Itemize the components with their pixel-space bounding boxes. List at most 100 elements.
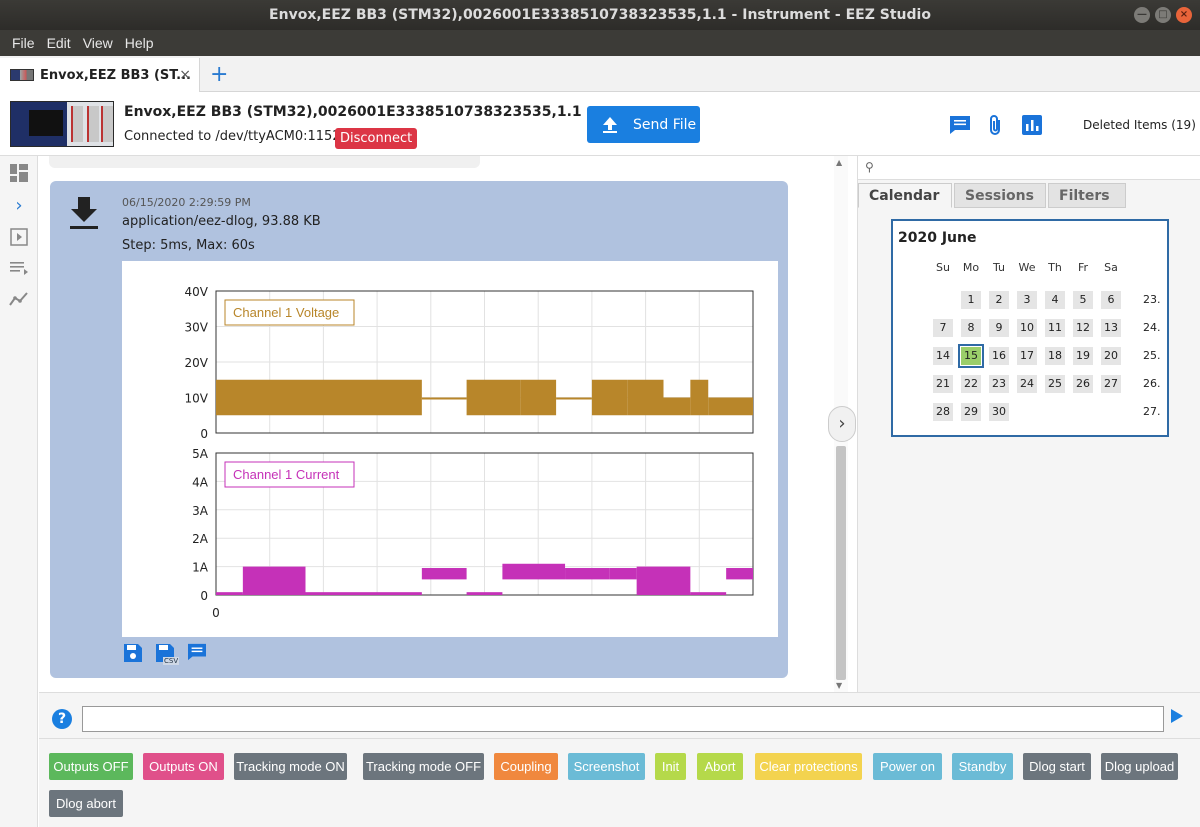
dashboard-icon[interactable] <box>9 164 29 184</box>
weekday-header: Mo <box>962 261 980 274</box>
minimize-icon[interactable]: — <box>1134 7 1150 23</box>
shortcut-button[interactable]: Screenshot <box>568 753 645 780</box>
calendar-day[interactable]: 24 <box>1017 375 1037 393</box>
comment-icon[interactable] <box>187 643 209 665</box>
y-tick-label: 40V <box>185 285 209 299</box>
week-number: 27. <box>1143 405 1161 418</box>
calendar-day[interactable]: 28 <box>933 403 953 421</box>
send-command-icon[interactable] <box>1171 709 1183 723</box>
dlog-chart[interactable]: 40V 30V 20V 10V 0 Channel 1 Voltage 5A 4A 3A 2A 1A… <box>122 261 778 637</box>
week-number: 25. <box>1143 349 1161 362</box>
calendar-day[interactable]: 30 <box>989 403 1009 421</box>
shortcut-button[interactable]: Outputs OFF <box>49 753 133 780</box>
series-segment <box>609 568 637 580</box>
download-icon[interactable] <box>68 195 100 231</box>
window-title: Envox,EEZ BB3 (STM32),0026001E3338510738… <box>269 7 931 23</box>
calendar-day[interactable]: 17 <box>1017 347 1037 365</box>
calendar-day[interactable]: 10 <box>1017 319 1037 337</box>
week-number: 24. <box>1143 321 1161 334</box>
shortcut-button[interactable]: Outputs ON <box>143 753 224 780</box>
close-icon[interactable]: × <box>1176 7 1192 23</box>
calendar-day[interactable]: 15 <box>958 344 984 368</box>
calendar-day[interactable]: 25 <box>1045 375 1065 393</box>
save-csv-icon[interactable]: CSV <box>155 643 180 665</box>
lists-icon[interactable] <box>9 259 29 279</box>
shortcut-button[interactable]: Tracking mode ON <box>234 753 347 780</box>
calendar-day[interactable]: 26 <box>1073 375 1093 393</box>
instrument-channel-module <box>101 106 113 142</box>
shortcut-button[interactable]: Power on <box>873 753 942 780</box>
charts-icon[interactable] <box>9 290 29 310</box>
tab-calendar[interactable]: Calendar <box>858 183 952 208</box>
attachment-icon[interactable] <box>987 115 1009 135</box>
calendar-day[interactable]: 13 <box>1101 319 1121 337</box>
calendar-day[interactable]: 7 <box>933 319 953 337</box>
calendar-day[interactable]: 4 <box>1045 291 1065 309</box>
tab-sessions[interactable]: Sessions <box>954 183 1046 208</box>
calendar-day[interactable]: 20 <box>1101 347 1121 365</box>
tab-close-icon[interactable]: × <box>179 67 191 83</box>
calendar-day[interactable]: 21 <box>933 375 953 393</box>
calendar-day[interactable]: 1 <box>961 291 981 309</box>
dlog-message[interactable]: 06/15/2020 2:29:59 PM application/eez-dl… <box>50 181 788 678</box>
calendar-day[interactable]: 14 <box>933 347 953 365</box>
calendar-day[interactable]: 27 <box>1101 375 1121 393</box>
scroll-down-icon[interactable]: ▼ <box>836 681 842 690</box>
shortcut-button[interactable]: Coupling <box>494 753 558 780</box>
command-input[interactable] <box>82 706 1164 732</box>
calendar-day[interactable]: 18 <box>1045 347 1065 365</box>
scroll-up-icon[interactable]: ▲ <box>836 158 842 167</box>
calendar-day[interactable]: 2 <box>989 291 1009 309</box>
legend-label: Channel 1 Current <box>233 467 340 482</box>
search-input[interactable] <box>880 158 1190 176</box>
search-box[interactable]: ⚲ <box>858 156 1200 180</box>
disconnect-button[interactable]: Disconnect <box>335 128 418 149</box>
calendar-day[interactable]: 12 <box>1073 319 1093 337</box>
menu-edit[interactable]: Edit <box>41 35 77 51</box>
maximize-icon[interactable]: □ <box>1155 7 1171 23</box>
collapse-panel-button[interactable]: › <box>828 406 856 442</box>
scrollbar-thumb[interactable] <box>836 446 846 680</box>
shortcut-button[interactable]: Dlog upload <box>1101 753 1178 780</box>
deleted-items-link[interactable]: Deleted Items (19) <box>1083 118 1196 132</box>
tab-filters[interactable]: Filters <box>1048 183 1126 208</box>
calendar-day[interactable]: 29 <box>961 403 981 421</box>
shortcut-button[interactable]: Standby <box>952 753 1013 780</box>
shortcut-button[interactable]: Clear protections <box>755 753 862 780</box>
scripts-icon[interactable] <box>9 228 29 248</box>
menu-view[interactable]: View <box>77 35 119 51</box>
calendar-day[interactable]: 9 <box>989 319 1009 337</box>
series-segment <box>663 397 691 416</box>
calendar-day[interactable]: 19 <box>1073 347 1093 365</box>
chart-icon[interactable] <box>1022 115 1044 135</box>
series-segment <box>690 592 727 595</box>
send-file-label: Send File <box>633 116 697 133</box>
calendar-day[interactable]: 16 <box>989 347 1009 365</box>
calendar-day[interactable]: 6 <box>1101 291 1121 309</box>
y-tick-label: 0 <box>200 589 208 603</box>
send-file-button[interactable]: Send File <box>587 106 700 143</box>
shortcut-button[interactable]: Init <box>655 753 686 780</box>
comment-icon[interactable] <box>949 115 971 135</box>
calendar-day[interactable]: 11 <box>1045 319 1065 337</box>
dlog-chart-svg[interactable]: 40V 30V 20V 10V 0 Channel 1 Voltage 5A 4A 3A 2A 1A… <box>122 261 778 637</box>
add-tab-icon[interactable]: + <box>210 62 228 87</box>
instrument-channel-module <box>87 106 99 142</box>
save-icon[interactable] <box>123 643 145 665</box>
shortcut-button[interactable]: Dlog abort <box>49 790 123 817</box>
terminal-icon[interactable]: › <box>9 196 29 216</box>
help-icon[interactable]: ? <box>52 709 72 729</box>
y-tick-label: 0 <box>200 427 208 441</box>
shortcut-button[interactable]: Abort <box>697 753 743 780</box>
calendar-day[interactable]: 5 <box>1073 291 1093 309</box>
weekday-header: We <box>1018 261 1036 274</box>
shortcut-button[interactable]: Tracking mode OFF <box>363 753 484 780</box>
calendar-day[interactable]: 23 <box>989 375 1009 393</box>
calendar-day[interactable]: 8 <box>961 319 981 337</box>
menu-help[interactable]: Help <box>119 35 160 51</box>
calendar-day[interactable]: 22 <box>961 375 981 393</box>
menu-file[interactable]: File <box>6 35 41 51</box>
tab-instrument[interactable]: Envox,EEZ BB3 (ST... × <box>0 58 200 92</box>
calendar-day[interactable]: 3 <box>1017 291 1037 309</box>
shortcut-button[interactable]: Dlog start <box>1023 753 1091 780</box>
